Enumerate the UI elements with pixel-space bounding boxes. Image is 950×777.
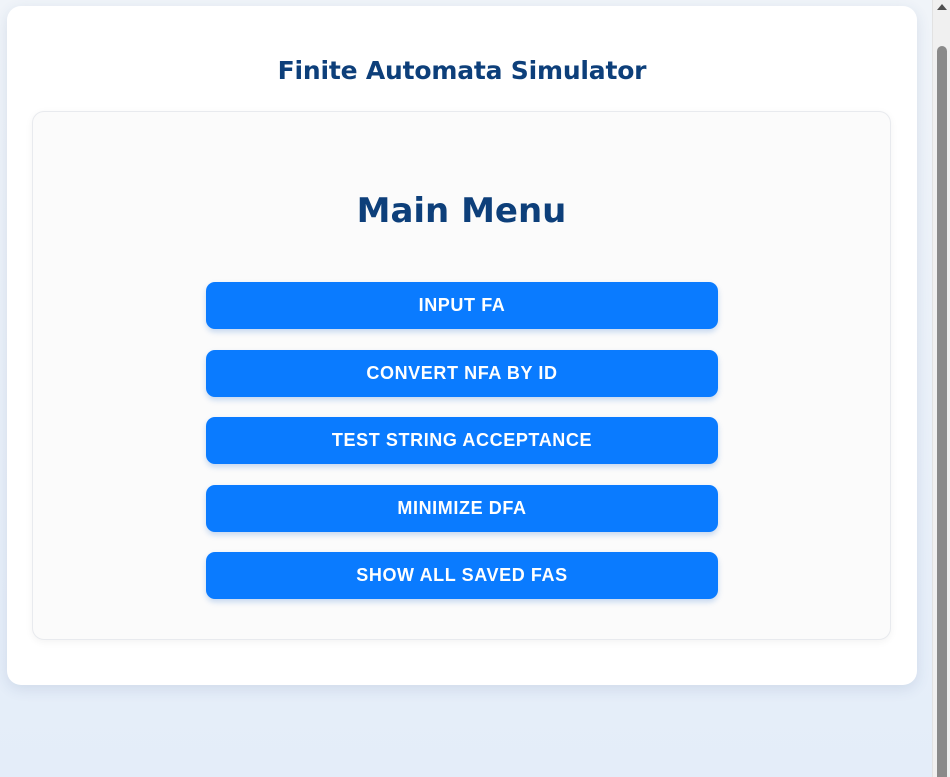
test-string-acceptance-button[interactable]: TEST STRING ACCEPTANCE xyxy=(206,417,718,465)
convert-nfa-by-id-button[interactable]: CONVERT NFA BY ID xyxy=(206,349,718,397)
scroll-up-arrow-icon[interactable] xyxy=(937,4,947,10)
minimize-dfa-button[interactable]: MINIMIZE DFA xyxy=(206,484,718,532)
app-container: Finite Automata Simulator Main Menu INPU… xyxy=(7,6,917,685)
vertical-scrollbar[interactable] xyxy=(932,0,950,777)
main-menu-panel: Main Menu INPUT FA CONVERT NFA BY ID TES… xyxy=(32,111,891,640)
app-title: Finite Automata Simulator xyxy=(277,56,647,85)
input-fa-button[interactable]: INPUT FA xyxy=(206,282,718,329)
show-all-saved-fas-button[interactable]: SHOW ALL SAVED FAS xyxy=(206,552,718,600)
menu-button-list: INPUT FA CONVERT NFA BY ID TEST STRING A… xyxy=(206,282,718,620)
scrollbar-thumb[interactable] xyxy=(937,46,947,777)
main-menu-heading: Main Menu xyxy=(356,191,567,231)
